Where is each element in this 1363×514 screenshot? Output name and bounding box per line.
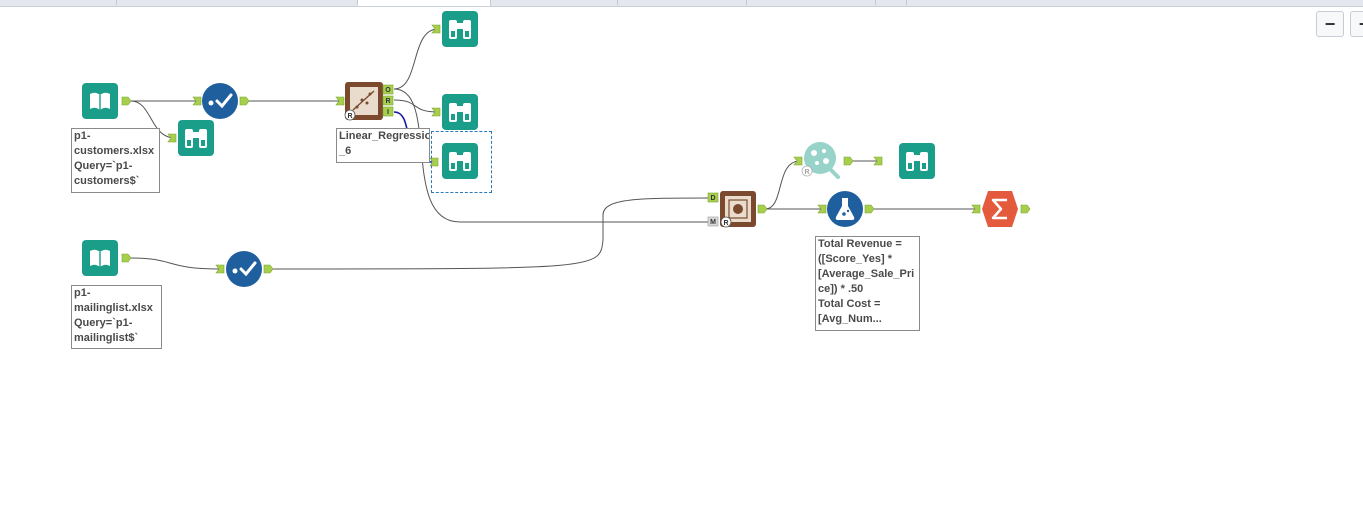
summarize-tool[interactable] [982,191,1018,227]
r-badge-label-3: R [804,169,809,176]
wire-select2-score[interactable] [270,197,711,270]
selection-box [431,131,492,193]
r-tool[interactable]: R [801,142,840,179]
r-badge-label-2: R [723,220,728,227]
score-tool[interactable]: R [720,191,756,228]
browse-tool-1[interactable] [178,120,214,156]
anchor-o-label: O [385,87,391,94]
select-tool-2[interactable] [226,251,262,287]
book-icon [89,92,111,111]
select-tool-1[interactable] [202,83,238,119]
input2-annotation: p1- mailinglist.xlsx Query=`p1- mailingl… [71,285,162,349]
wire-score-rtool[interactable] [764,160,801,210]
linear-regression-tool[interactable]: R [344,82,383,121]
anchor-d-label: D [710,195,715,202]
regression-annotation: Linear_Regression _6 [336,128,430,163]
score-input-anchors: D M [707,192,719,227]
regression-output-anchors: O R I [382,84,394,117]
input-data-tool-2[interactable] [82,240,118,276]
formula-annotation: Total Revenue = ([Score_Yes] * [Average_… [815,236,920,331]
book-icon [89,249,111,268]
browse-tool-right[interactable] [899,143,935,179]
anchor-i-label: I [387,109,389,116]
workflow-canvas: R O R I D M R R [82,11,1031,287]
r-badge-label: R [347,113,352,120]
anchor-m-label: M [710,219,716,226]
wire-input2-select2[interactable] [130,257,221,270]
wires [130,28,976,270]
wire-regR-browse-mid[interactable] [393,99,439,113]
browse-tool-mid[interactable] [442,94,478,130]
browse-tool-top[interactable] [442,11,478,47]
wire-regO-browse-top[interactable] [393,28,439,90]
input-data-tool-1[interactable] [82,83,118,119]
input1-annotation: p1- customers.xlsx Query=`p1- customers$… [71,128,160,193]
formula-tool[interactable] [827,191,863,227]
anchor-r-label: R [385,98,390,105]
